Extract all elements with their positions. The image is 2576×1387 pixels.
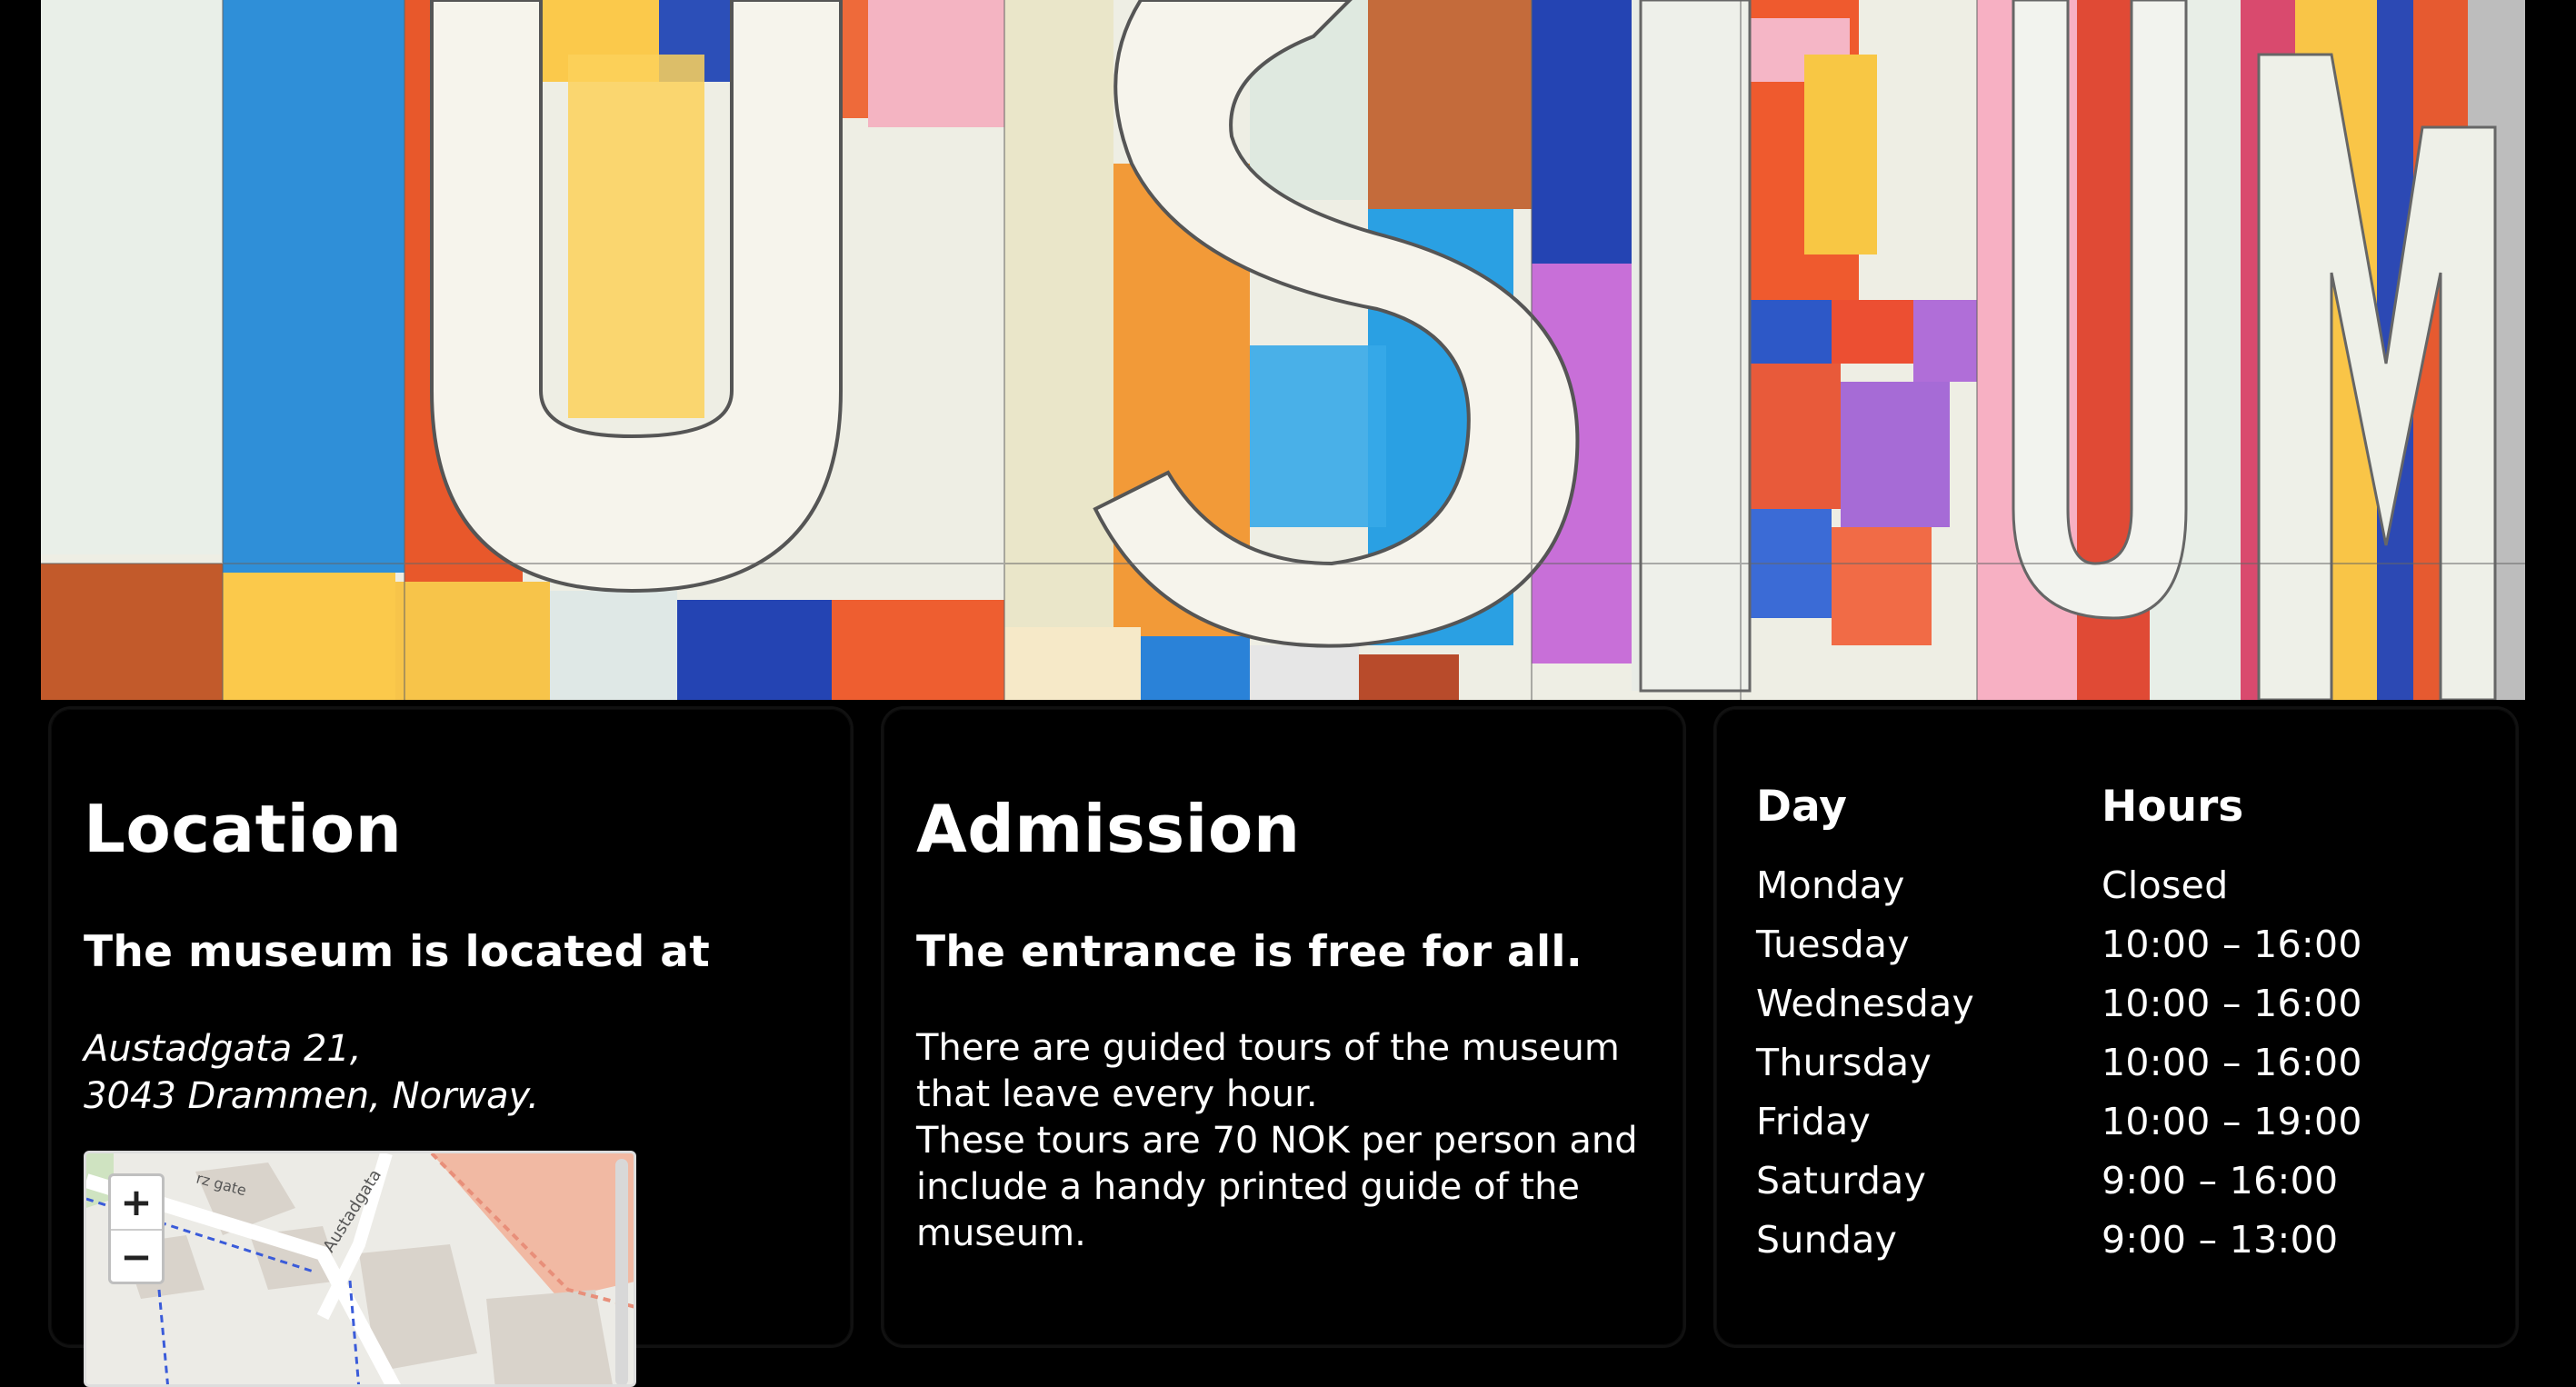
hours-cell: 10:00 – 16:00 [2102,1041,2362,1084]
map-zoom-control: + − [108,1173,165,1284]
header-hours: Hours [2102,782,2244,832]
hours-cell: 9:00 – 16:00 [2102,1159,2339,1202]
day-cell: Sunday [1756,1218,1898,1262]
map-tiles[interactable]: Austadgata rz gate [86,1153,636,1387]
hours-cell: 9:00 – 13:00 [2102,1218,2339,1262]
opening-hours-card: Day Hours Monday Closed Tuesday 10:00 – … [1716,709,2516,1345]
guided-tours-text: There are guided tours of the museum tha… [916,1027,1620,1115]
table-row: Monday Closed [1756,856,2362,915]
day-cell: Monday [1756,863,1905,907]
table-row: Thursday 10:00 – 16:00 [1756,1033,2362,1093]
table-row: Tuesday 10:00 – 16:00 [1756,915,2362,974]
hours-cell: Closed [2102,863,2229,907]
day-cell: Thursday [1756,1041,1932,1084]
day-cell: Friday [1756,1100,1872,1143]
location-lead: The museum is located at [84,927,710,977]
location-card: Location The museum is located at Austad… [51,709,851,1387]
map-scrollbar[interactable] [615,1159,628,1384]
admission-body: There are guided tours of the museum tha… [916,1025,1662,1257]
address-line-1: Austadgata 21, [84,1028,362,1070]
table-header-row: Day Hours [1756,774,2362,856]
day-cell: Tuesday [1756,923,1910,966]
tour-price-text: These tours are 70 NOK per person and in… [916,1120,1638,1254]
admission-card: Admission The entrance is free for all. … [884,709,1683,1345]
address-line-2: 3043 Drammen, Norway. [84,1075,539,1117]
hours-cell: 10:00 – 16:00 [2102,982,2362,1025]
address: Austadgata 21, 3043 Drammen, Norway. [84,1025,539,1120]
hours-cell: 10:00 – 16:00 [2102,923,2362,966]
day-cell: Saturday [1756,1159,1927,1202]
table-row: Sunday 9:00 – 13:00 [1756,1211,2362,1270]
zoom-out-button[interactable]: − [111,1229,162,1282]
admission-title: Admission [916,791,1301,867]
admission-lead: The entrance is free for all. [916,927,1583,977]
zoom-in-button[interactable]: + [111,1176,162,1229]
museum-facade-illustration [41,0,2525,700]
table-row: Saturday 9:00 – 16:00 [1756,1152,2362,1211]
location-title: Location [84,791,403,867]
day-cell: Wednesday [1756,982,1975,1025]
table-row: Wednesday 10:00 – 16:00 [1756,974,2362,1033]
location-map[interactable]: Austadgata rz gate + − [84,1151,636,1387]
hero-image [41,0,2525,700]
opening-hours-table: Day Hours Monday Closed Tuesday 10:00 – … [1756,774,2362,1270]
header-day: Day [1756,782,1847,832]
table-row: Friday 10:00 – 19:00 [1756,1093,2362,1152]
hours-cell: 10:00 – 19:00 [2102,1100,2362,1143]
